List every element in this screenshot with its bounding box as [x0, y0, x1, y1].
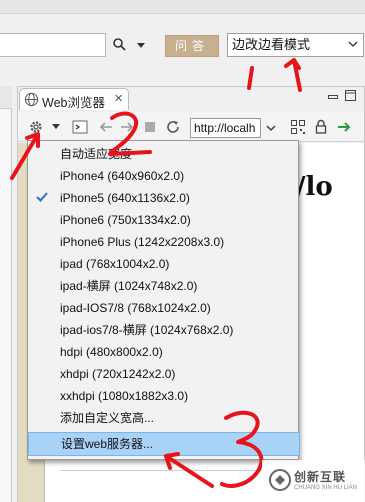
annotation-layer [10, 58, 302, 488]
annotation-arrow-1 [284, 58, 302, 92]
annotation-number-1 [247, 66, 254, 90]
watermark-logo: 创新互联 CHUANG XIN HU LIAN [262, 460, 365, 502]
watermark-subtitle: CHUANG XIN HU LIAN [294, 485, 358, 491]
watermark-name: 创新互联 [294, 470, 347, 484]
annotation-number-3 [220, 410, 264, 488]
annotation-number-2 [108, 111, 152, 156]
annotation-arrow-2 [10, 132, 40, 180]
annotation-arrow-3 [164, 452, 214, 488]
brand-logo-icon [269, 469, 291, 491]
